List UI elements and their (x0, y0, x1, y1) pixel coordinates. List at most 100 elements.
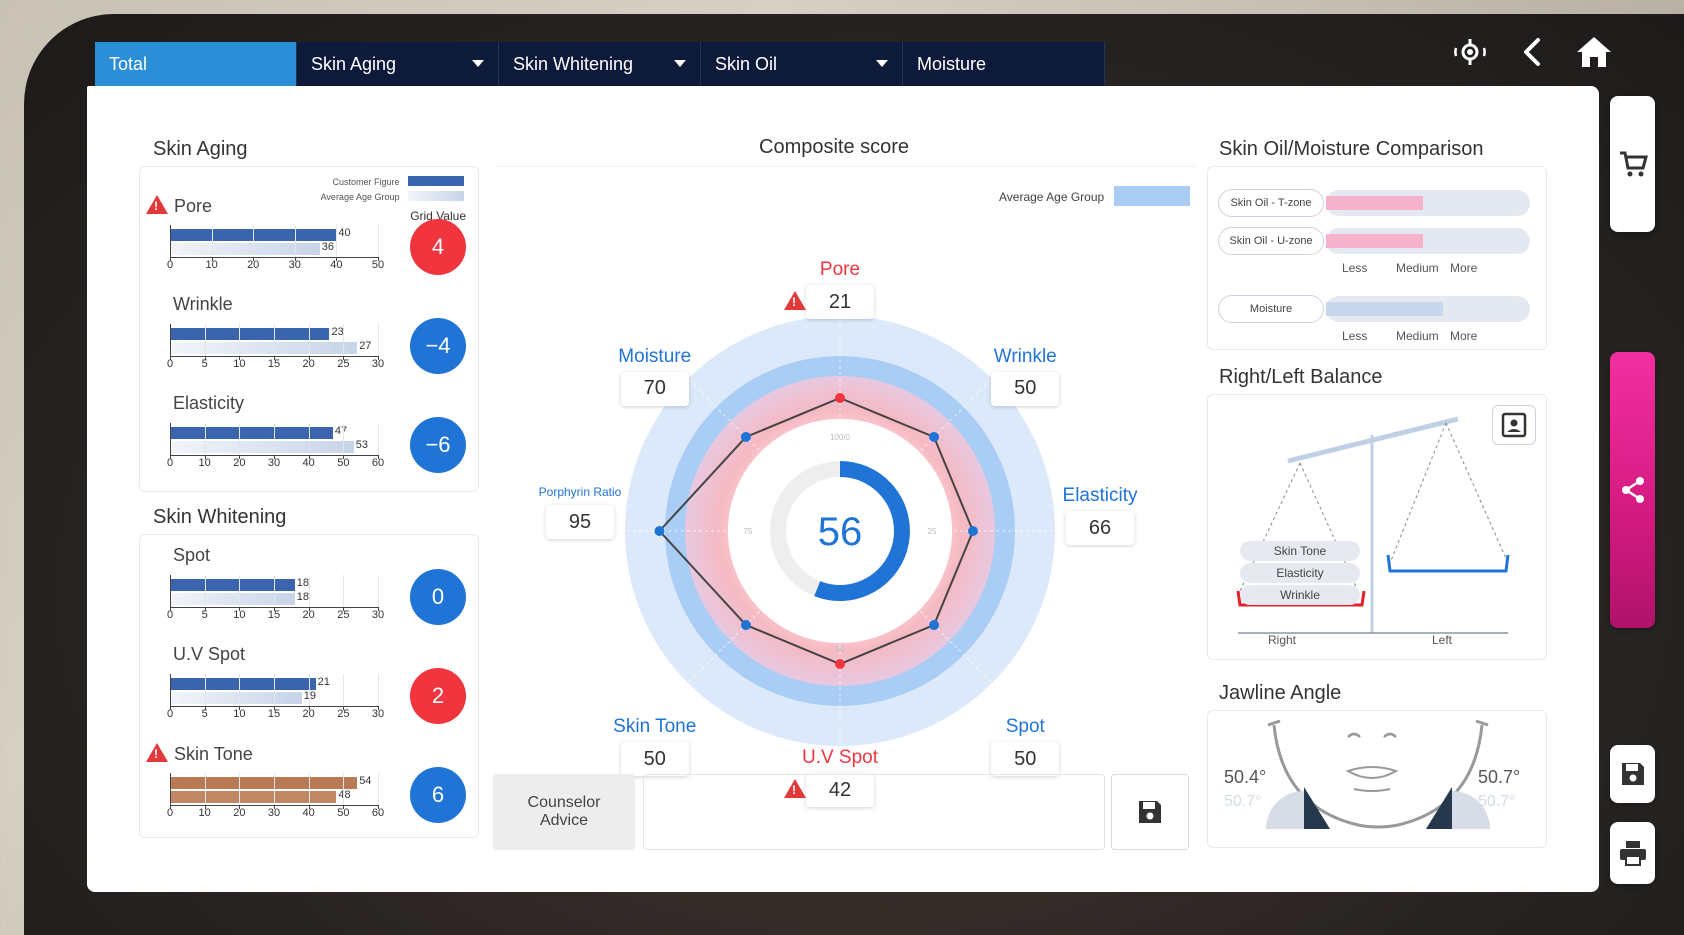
tick-label: 60 (371, 457, 385, 469)
gridline (308, 575, 310, 607)
metric-label: Wrinkle (173, 294, 233, 315)
tick-label: 20 (302, 609, 315, 621)
tick-label: 50 (337, 807, 350, 819)
metric-name: Pore (174, 196, 213, 216)
tab-label: Skin Oil (715, 53, 778, 74)
jawline-card: 50.4° 50.7° 50.7° 50.7° (1207, 710, 1547, 848)
home-icon[interactable] (1574, 32, 1614, 72)
oil-level-fill (1326, 234, 1423, 248)
skin-aging-card: Customer Figure Average Age Group Grid V… (139, 166, 479, 492)
customer-bar (170, 328, 330, 340)
top-toolbar (1450, 32, 1614, 72)
average-value: 19 (303, 690, 316, 702)
axis-line (170, 575, 171, 607)
radar-axis-label: Elasticity (1062, 485, 1138, 506)
gridline (336, 225, 338, 257)
ring-tick-top: 100/0 (830, 433, 851, 442)
average-bar (170, 593, 295, 605)
balance-item-label: Wrinkle (1240, 585, 1360, 605)
gridline (308, 674, 310, 706)
grid-value-badge: 4 (410, 219, 466, 275)
save-advice-button[interactable] (1111, 774, 1189, 850)
tick-label: 40 (302, 457, 315, 469)
report-panel: Skin Aging Customer Figure Average Age G… (87, 86, 1599, 892)
counselor-advice-input[interactable] (643, 774, 1105, 850)
radar-axis-label: Spot (1005, 716, 1045, 738)
tick-label: 60 (371, 807, 385, 819)
cart-button[interactable] (1610, 96, 1655, 232)
tick-label: 20 (247, 259, 260, 271)
balance-item-label: Elasticity (1240, 563, 1360, 583)
grid-value-badge: 2 (410, 668, 466, 724)
tick-label: 30 (288, 259, 301, 271)
average-bar (170, 243, 320, 255)
jawline-left-value: 50.4° (1224, 767, 1267, 787)
customer-value: 18 (296, 577, 310, 589)
ring-tick-right: 25 (928, 527, 937, 536)
scale-label: Less (1342, 261, 1368, 275)
tick-label: 30 (267, 457, 281, 469)
tab-total[interactable]: Total (95, 42, 297, 86)
gridline (239, 423, 241, 455)
back-arrow-icon[interactable] (1518, 32, 1546, 72)
floppy-disk-icon (1621, 763, 1644, 785)
gridline (378, 225, 379, 257)
balance-card: Skin Tone Elasticity Wrinkle Right Left (1207, 394, 1547, 660)
axis-line (170, 324, 171, 356)
gridline (343, 575, 345, 607)
average-bar (170, 441, 354, 453)
tick-label: 0 (166, 457, 174, 469)
metric-label: Skin Tone (146, 743, 253, 765)
tab-label: Skin Whitening (513, 53, 634, 74)
tick-label: 0 (166, 708, 174, 720)
tab-skin-aging[interactable]: Skin Aging (297, 42, 499, 86)
oil-moisture-title: Skin Oil/Moisture Comparison (1219, 138, 1484, 160)
composite-title: Composite score (759, 136, 910, 158)
scale-label: Less (1342, 329, 1368, 343)
save-side-button[interactable] (1610, 745, 1655, 803)
tick-label: 0 (166, 609, 174, 621)
ring-tick-bottom: 50 (836, 645, 845, 654)
tick-label: 10 (233, 358, 246, 370)
customer-bar (170, 579, 295, 591)
oil-zone-label: Skin Oil - T-zone (1218, 189, 1324, 217)
gridline (253, 225, 255, 257)
tick-label: 10 (205, 259, 218, 271)
jawline-right-value: 50.7° (1478, 767, 1521, 787)
tick-label: 40 (330, 259, 343, 271)
axis-line (170, 674, 171, 706)
gridline (378, 324, 379, 356)
tick-label: 30 (267, 807, 281, 819)
axis-line (170, 423, 171, 455)
gridline (343, 773, 345, 805)
average-value: 53 (355, 439, 368, 451)
tick-label: 40 (302, 807, 315, 819)
average-value: 36 (321, 241, 334, 253)
tab-skin-whitening[interactable]: Skin Whitening (499, 42, 701, 86)
customer-value: 47 (334, 425, 348, 437)
customer-value: 23 (331, 326, 344, 338)
print-button[interactable] (1610, 822, 1655, 884)
tick-label: 20 (233, 807, 246, 819)
scale-label: More (1450, 261, 1478, 275)
legend-average: Average Age Group (320, 192, 400, 202)
radar-point (654, 526, 665, 536)
tick-label: 20 (233, 457, 246, 469)
category-tabs: Total Skin Aging Skin Whitening Skin Oil… (95, 42, 1105, 86)
tick-label: 20 (302, 708, 315, 720)
tab-moisture[interactable]: Moisture (903, 42, 1105, 86)
axis-line (170, 257, 378, 258)
share-button[interactable] (1610, 352, 1655, 628)
gridline (204, 324, 206, 356)
camera-rotate-icon[interactable] (1450, 32, 1490, 72)
gridline (294, 225, 296, 257)
radar-point (740, 620, 751, 631)
jawline-title: Jawline Angle (1219, 682, 1342, 704)
tab-skin-oil[interactable]: Skin Oil (701, 42, 903, 86)
gridline (204, 773, 206, 805)
caret-down-icon (674, 60, 686, 67)
balance-scale-graphic (1236, 416, 1510, 634)
grid-value-badge: −4 (410, 318, 466, 374)
customer-bar (170, 777, 358, 789)
tick-label: 5 (201, 609, 208, 621)
